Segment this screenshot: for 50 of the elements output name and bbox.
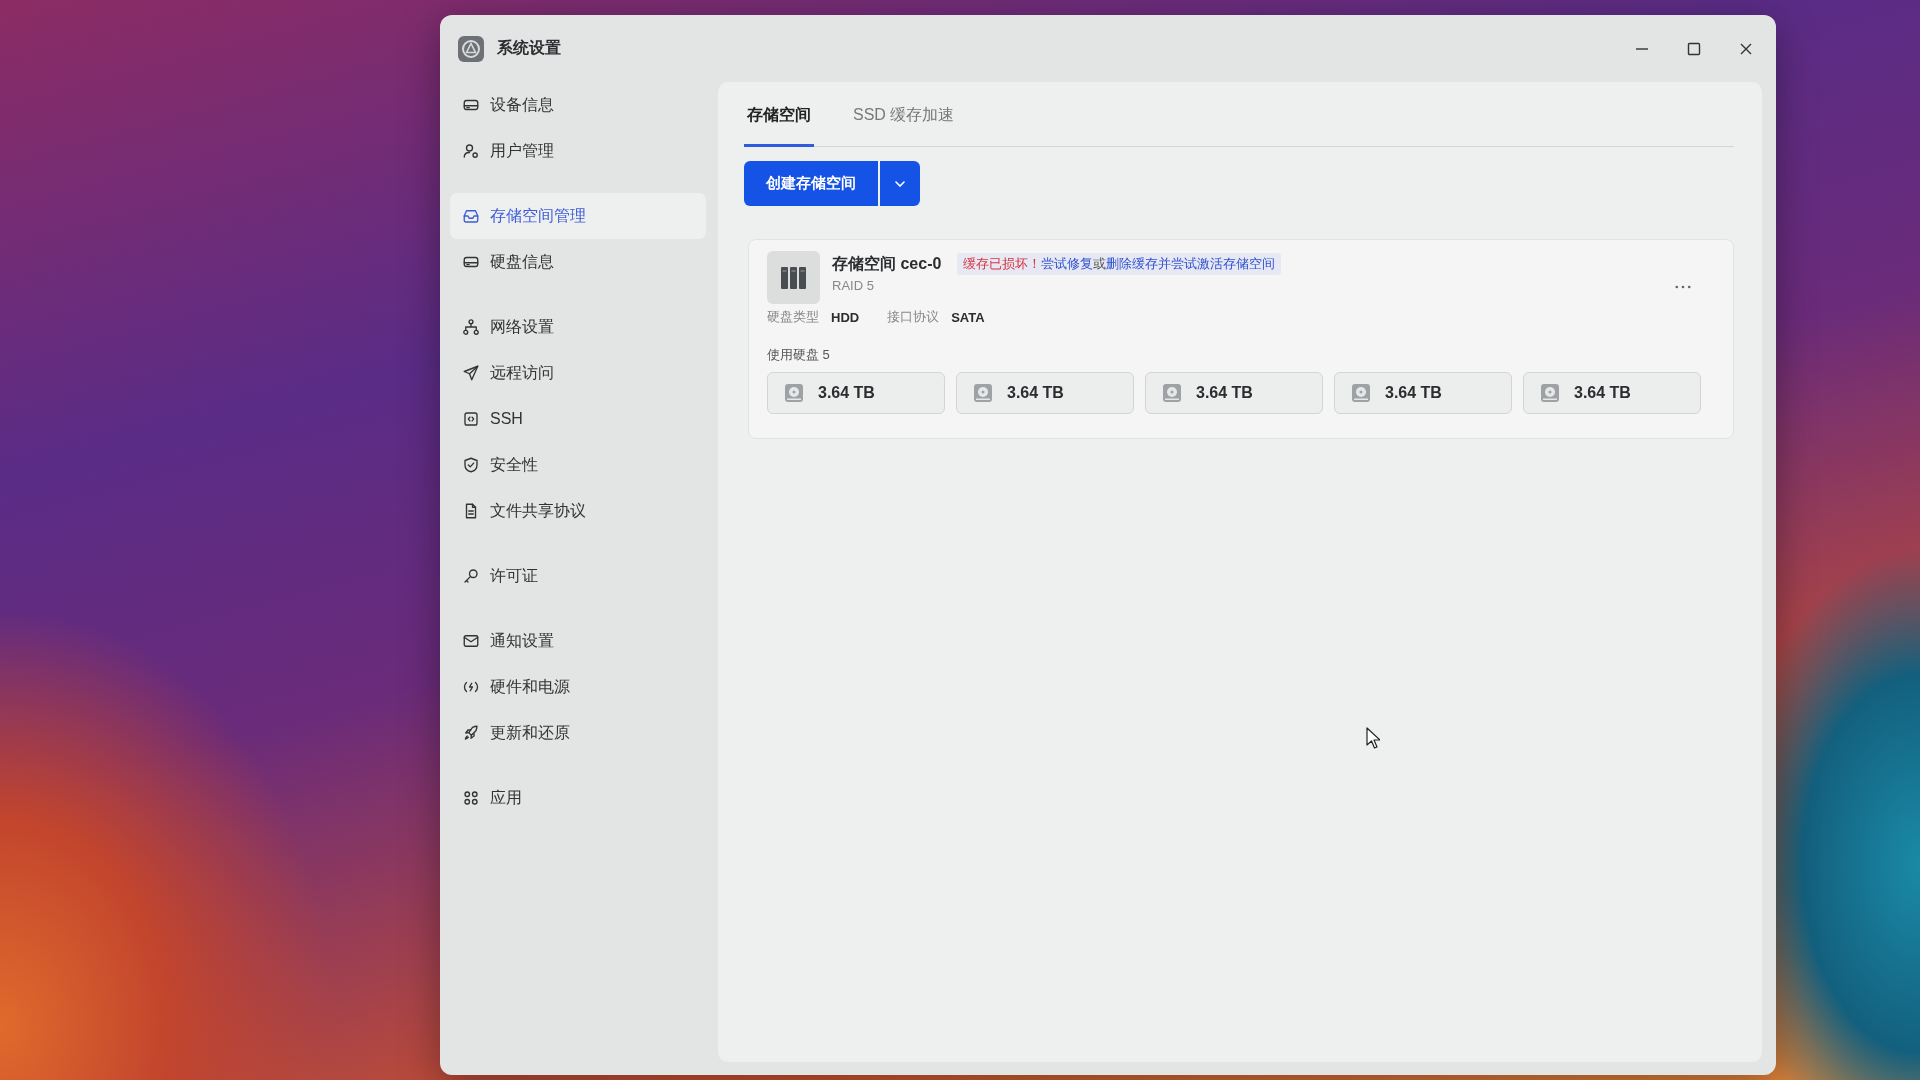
detail-label: 硬盘类型	[767, 308, 819, 326]
detail-value: SATA	[951, 309, 985, 325]
sidebar-item[interactable]: 安全性	[450, 442, 706, 488]
envelope-icon	[462, 632, 480, 650]
sidebar-item[interactable]: 通知设置	[450, 618, 706, 664]
tab[interactable]: SSD 缓存加速	[850, 82, 958, 147]
sidebar-item[interactable]: 更新和还原	[450, 710, 706, 756]
mouse-cursor-icon	[1366, 727, 1380, 749]
paper-plane-icon	[462, 364, 480, 382]
sidebar-item[interactable]: 存储空间管理	[450, 193, 706, 239]
sidebar-item[interactable]: 文件共享协议	[450, 488, 706, 534]
disk-capacity: 3.64 TB	[1385, 384, 1442, 402]
detail-value: HDD	[831, 309, 860, 325]
disk-capacity: 3.64 TB	[1196, 384, 1253, 402]
sidebar-item[interactable]: 用户管理	[450, 128, 706, 174]
sidebar-item[interactable]: 硬件和电源	[450, 664, 706, 710]
maximize-icon[interactable]	[1686, 40, 1702, 57]
disk-capacity: 3.64 TB	[1007, 384, 1064, 402]
network-icon	[462, 318, 480, 336]
rocket-icon	[462, 724, 480, 742]
sidebar-item[interactable]: 网络设置	[450, 304, 706, 350]
tray-icon	[462, 207, 480, 225]
shield-icon	[462, 456, 480, 474]
cache-alert-message: 缓存已损坏！尝试修复或删除缓存并尝试激活存储空间	[957, 253, 1282, 275]
code-square-icon	[462, 410, 480, 428]
sidebar-item[interactable]: 设备信息	[450, 82, 706, 128]
key-icon	[462, 567, 480, 585]
sidebar-item[interactable]: 应用	[450, 775, 706, 821]
disk-capacity: 3.64 TB	[1574, 384, 1631, 402]
tab[interactable]: 存储空间	[744, 82, 814, 147]
window-title: 系统设置	[497, 38, 561, 58]
sidebar-item[interactable]: 许可证	[450, 553, 706, 599]
sidebar-item[interactable]: 远程访问	[450, 350, 706, 396]
apps-icon	[462, 789, 480, 807]
sidebar-item[interactable]: 硬盘信息	[450, 239, 706, 285]
disk-capacity: 3.64 TB	[818, 384, 875, 402]
more-icon[interactable]	[1675, 285, 1691, 289]
user-icon	[462, 142, 480, 160]
sidebar-item[interactable]: SSH	[450, 396, 706, 442]
disks-used-label: 使用硬盘 5	[767, 346, 831, 364]
raid-level: RAID 5	[832, 278, 875, 293]
disk-array-icon	[767, 251, 820, 304]
create-storage-button[interactable]: 创建存储空间	[744, 161, 878, 206]
detail-label: 接口协议	[887, 308, 940, 326]
dropdown-button[interactable]	[880, 161, 920, 206]
chevron-down-icon	[895, 180, 905, 187]
repair-link[interactable]: 尝试修复	[1041, 256, 1094, 271]
delete-cache-link[interactable]: 删除缓存并尝试激活存储空间	[1106, 256, 1276, 271]
app-logo-icon	[458, 35, 484, 62]
storage-pool-name: 存储空间 cec-0	[832, 253, 942, 274]
